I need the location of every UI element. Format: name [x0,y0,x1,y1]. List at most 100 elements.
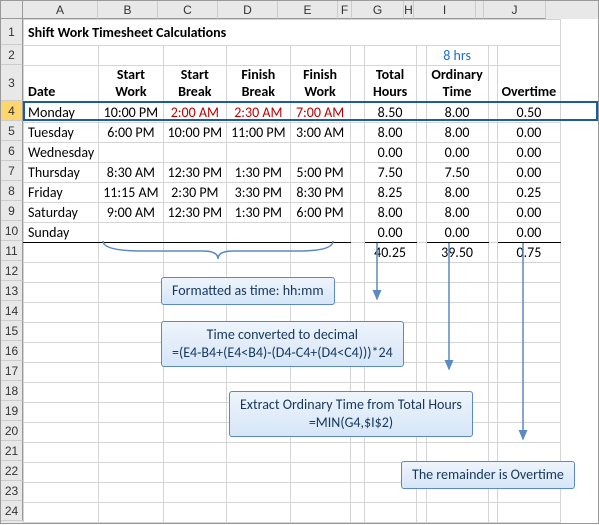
cell-start-work[interactable]: 10:00 PM [99,103,163,123]
cell-ordinary[interactable]: 8.00 [426,203,488,223]
cell-overtime[interactable]: 0.00 [497,223,561,243]
total-th[interactable]: 40.25 [364,243,416,263]
cell-finish-break[interactable]: 11:00 PM [227,123,291,143]
cell-finish-work[interactable]: 7:00 AM [290,103,350,123]
cell-start-work[interactable] [99,223,163,243]
cell-finish-break[interactable]: 1:30 PM [227,163,291,183]
cell-start-break[interactable] [163,143,227,163]
cell-finish-break[interactable]: 1:30 PM [227,203,291,223]
row-header-18[interactable]: 18 [1,381,23,401]
total-ot[interactable]: 39.50 [426,243,488,263]
row-header-21[interactable]: 21 [1,441,23,461]
row-header-9[interactable]: 9 [1,201,23,221]
cell-total-hours[interactable]: 0.00 [364,223,416,243]
cell-day[interactable]: Friday [24,183,99,203]
row-header-14[interactable]: 14 [1,301,23,321]
col-header-gap[interactable] [476,1,484,19]
cell-ordinary[interactable]: 8.00 [426,103,488,123]
col-header-D[interactable]: D [218,1,278,19]
hdr-ordinary[interactable]: OrdinaryTime [426,66,488,103]
col-header-I[interactable]: I [414,1,476,19]
row-header-8[interactable]: 8 [1,181,23,201]
cell-finish-work[interactable]: 6:00 PM [290,203,350,223]
col-header-E[interactable]: E [278,1,338,19]
cell-start-break[interactable]: 12:30 PM [163,163,227,183]
cell-total-hours[interactable]: 8.25 [364,183,416,203]
cell-start-break[interactable]: 2:30 PM [163,183,227,203]
row-header-24[interactable]: 24 [1,501,23,521]
hdr-total-hours[interactable]: TotalHours [364,66,416,103]
row-header-15[interactable]: 15 [1,321,23,341]
param-8hrs[interactable]: 8 hrs [426,46,488,66]
cell-finish-break[interactable]: 2:30 AM [227,103,291,123]
select-all-corner[interactable] [1,1,23,19]
cell-start-break[interactable] [163,223,227,243]
row-header-22[interactable]: 22 [1,461,23,481]
cell-overtime[interactable]: 0.00 [497,163,561,183]
cell-day[interactable]: Thursday [24,163,99,183]
hdr-finish-break[interactable]: FinishBreak [227,66,291,103]
col-header-F[interactable]: F [338,1,352,19]
hdr-date[interactable]: Date [24,66,99,103]
row-header-16[interactable]: 16 [1,341,23,361]
cell-overtime[interactable]: 0.00 [497,203,561,223]
cell-overtime[interactable]: 0.50 [497,103,561,123]
row-header-3[interactable]: 3 [1,65,23,101]
col-header-G[interactable]: G [352,1,404,19]
hdr-start-work[interactable]: StartWork [99,66,163,103]
col-header-B[interactable]: B [98,1,158,19]
row-header-17[interactable]: 17 [1,361,23,381]
col-header-J[interactable]: J [484,1,546,19]
col-header-C[interactable]: C [158,1,218,19]
cell-ordinary[interactable]: 0.00 [426,143,488,163]
hdr-overtime[interactable]: Overtime [497,66,561,103]
cell-start-break[interactable]: 10:00 PM [163,123,227,143]
cell-finish-work[interactable] [290,143,350,163]
row-header-23[interactable]: 23 [1,481,23,501]
cell-day[interactable]: Sunday [24,223,99,243]
row-header-10[interactable]: 10 [1,221,23,241]
cell-finish-work[interactable]: 8:30 PM [290,183,350,203]
col-header-A[interactable]: A [23,1,98,19]
row-header-2[interactable]: 2 [1,45,23,65]
cell-day[interactable]: Monday [24,103,99,123]
spreadsheet-grid[interactable]: Shift Work Timesheet Calculations 8 hrs … [23,19,561,523]
cell-total-hours[interactable]: 7.50 [364,163,416,183]
cell-total-hours[interactable]: 8.50 [364,103,416,123]
cell-total-hours[interactable]: 8.00 [364,203,416,223]
hdr-start-break[interactable]: StartBreak [163,66,227,103]
cell-finish-break[interactable] [227,143,291,163]
row-header-4[interactable]: 4 [1,101,23,121]
row-header-6[interactable]: 6 [1,141,23,161]
cell-finish-work[interactable]: 5:00 PM [290,163,350,183]
cell-start-break[interactable]: 12:30 PM [163,203,227,223]
cell-start-work[interactable]: 8:30 AM [99,163,163,183]
cell-day[interactable]: Saturday [24,203,99,223]
cell-finish-break[interactable] [227,223,291,243]
title-cell[interactable]: Shift Work Timesheet Calculations [24,20,561,46]
col-header-H[interactable]: H [404,1,414,19]
cell-ordinary[interactable]: 0.00 [426,223,488,243]
cell-finish-break[interactable]: 3:30 PM [227,183,291,203]
cell-day[interactable]: Wednesday [24,143,99,163]
cell-day[interactable]: Tuesday [24,123,99,143]
cell-ordinary[interactable]: 8.00 [426,183,488,203]
row-header-13[interactable]: 13 [1,281,23,301]
cell-start-work[interactable]: 9:00 AM [99,203,163,223]
cell-total-hours[interactable]: 0.00 [364,143,416,163]
row-header-19[interactable]: 19 [1,401,23,421]
row-header-20[interactable]: 20 [1,421,23,441]
cell-start-work[interactable]: 6:00 PM [99,123,163,143]
cell-start-break[interactable]: 2:00 AM [163,103,227,123]
cell-overtime[interactable]: 0.00 [497,123,561,143]
cell-overtime[interactable]: 0.25 [497,183,561,203]
cell-finish-work[interactable]: 3:00 AM [290,123,350,143]
total-ov[interactable]: 0.75 [497,243,561,263]
row-header-7[interactable]: 7 [1,161,23,181]
row-header-12[interactable]: 12 [1,261,23,281]
row-header-11[interactable]: 11 [1,241,23,261]
cell-start-work[interactable] [99,143,163,163]
cell-overtime[interactable]: 0.00 [497,143,561,163]
cell-finish-work[interactable] [290,223,350,243]
hdr-finish-work[interactable]: FinishWork [290,66,350,103]
